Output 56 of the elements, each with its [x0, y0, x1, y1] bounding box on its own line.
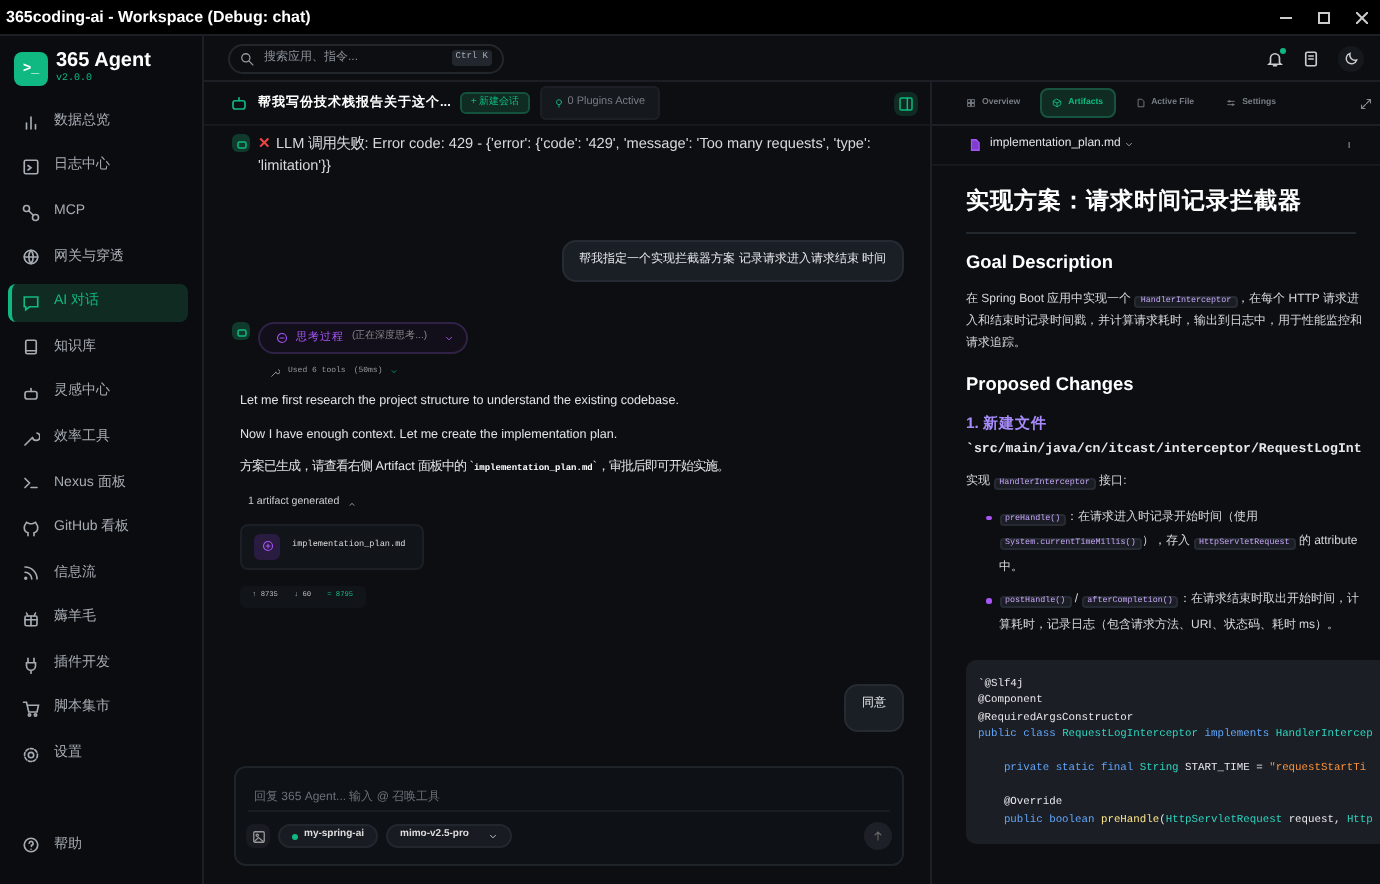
arrow-up-icon	[872, 830, 884, 842]
plug-icon	[22, 655, 40, 674]
document-icon	[968, 138, 982, 152]
maximize-icon[interactable]	[1318, 11, 1330, 23]
panel-toggle-button[interactable]	[894, 91, 918, 115]
close-icon[interactable]	[1356, 11, 1368, 23]
terminal-square-icon	[22, 158, 40, 177]
section-heading: Proposed Changes	[966, 372, 1136, 399]
help-circle-icon	[22, 836, 40, 855]
app-name: 365 Agent	[56, 52, 151, 72]
chevron-up-icon	[347, 499, 356, 508]
document-heading: 实现方案：请求时间记录拦截器	[966, 186, 1356, 235]
caret-down-icon	[1124, 140, 1135, 150]
minimize-icon[interactable]	[1280, 15, 1292, 19]
gear-icon	[22, 745, 40, 764]
grid-icon	[966, 98, 976, 108]
bot-avatar-icon	[232, 134, 250, 152]
bot-avatar-icon	[232, 322, 250, 341]
bar-chart-icon	[22, 113, 40, 131]
file-icon	[1135, 98, 1146, 108]
pin-icon	[553, 98, 564, 108]
window-title: 365coding-ai - Workspace (Debug: chat)	[6, 5, 311, 29]
terminal-prompt-icon	[22, 474, 40, 493]
chevron-down-icon	[443, 333, 453, 344]
sliders-icon	[1226, 98, 1237, 108]
theme-button[interactable]	[1338, 45, 1364, 71]
docs-button[interactable]	[1302, 49, 1320, 67]
gift-icon	[22, 610, 40, 629]
rss-icon	[22, 564, 40, 583]
search-icon	[240, 51, 254, 65]
notification-button[interactable]	[1266, 49, 1284, 67]
bell-icon	[1266, 49, 1284, 67]
bot-icon	[22, 384, 40, 403]
cart-icon	[22, 700, 40, 719]
caret-down-icon	[488, 831, 499, 841]
status-dot	[292, 833, 298, 839]
globe-icon	[22, 248, 40, 267]
book-icon	[22, 338, 40, 357]
image-icon	[251, 829, 265, 843]
file-badge-icon	[261, 540, 273, 553]
moon-icon	[1343, 50, 1359, 66]
chat-bubble-icon	[22, 293, 40, 312]
chevron-down-icon	[390, 368, 399, 377]
attach-button[interactable]	[246, 824, 270, 848]
expand-button[interactable]	[1360, 97, 1372, 109]
bullet-icon	[986, 598, 991, 604]
expand-arrows-icon	[1360, 97, 1372, 109]
book-icon	[1302, 49, 1320, 67]
section-heading: Goal Description	[966, 250, 1116, 277]
bot-icon	[230, 94, 248, 112]
bullet-icon	[986, 515, 991, 521]
brain-icon	[276, 332, 288, 345]
octocat-icon	[22, 519, 40, 538]
link-nodes-icon	[22, 203, 40, 222]
sidebar-panel-icon	[898, 95, 914, 111]
cube-icon	[1052, 98, 1063, 108]
